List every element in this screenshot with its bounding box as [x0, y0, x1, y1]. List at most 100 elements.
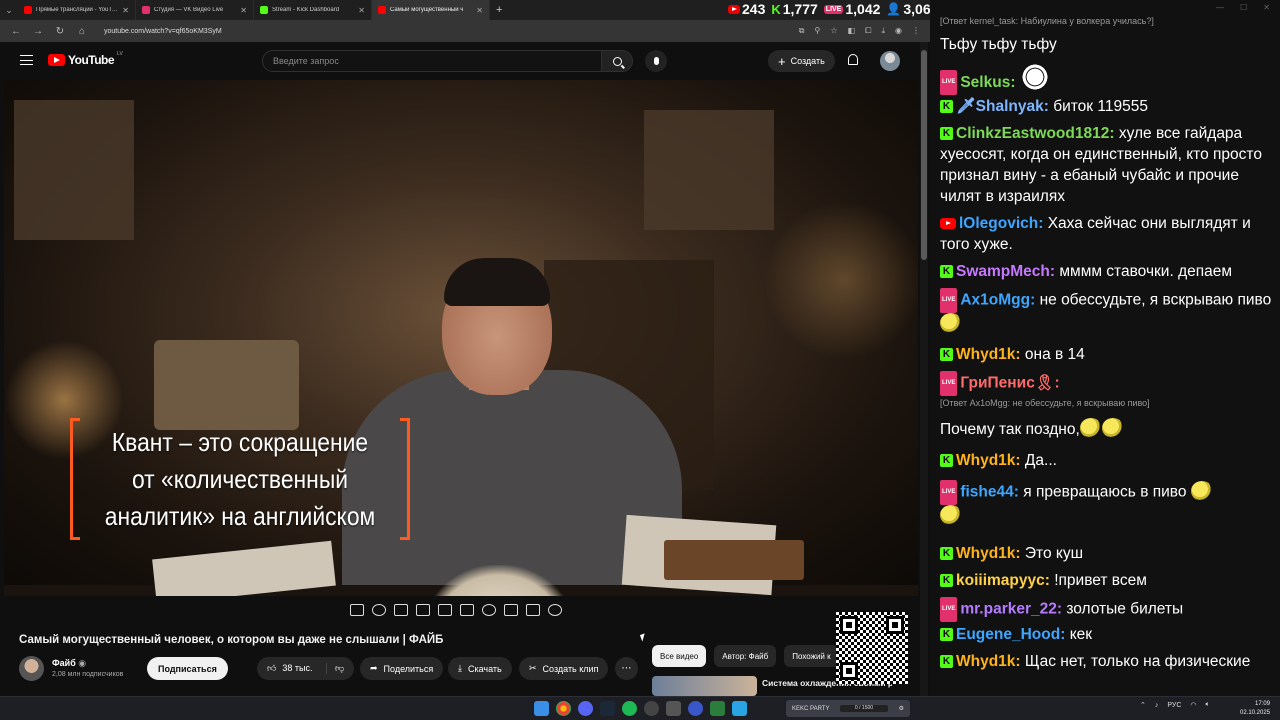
chat-username[interactable]: ГриПенис🎗:	[960, 375, 1059, 392]
extensions-puzzle-icon[interactable]: ⧠	[865, 26, 871, 36]
discord-icon[interactable]	[578, 701, 593, 716]
wifi-icon[interactable]: ◠	[1190, 701, 1196, 709]
speed-icon[interactable]	[482, 604, 496, 616]
windows-taskbar: KEKC PARTY 0 / 1500 ⚙ ⌃ ♪ РУС ◠ 🔈︎ 17:09…	[0, 696, 1280, 720]
search-input[interactable]: Введите запрос	[262, 50, 602, 72]
chat-username[interactable]: Whyd1k:	[956, 452, 1021, 469]
app-icon[interactable]	[710, 701, 725, 716]
chat-username[interactable]: Eugene_Hood:	[956, 626, 1065, 643]
clock[interactable]: 17:09 02.10.2025	[1240, 700, 1270, 718]
close-tab-icon[interactable]: ✕	[122, 6, 129, 15]
create-button[interactable]: + Создать	[768, 50, 835, 72]
clip-button[interactable]: ✂ Создать клип	[519, 657, 609, 680]
menu-icon[interactable]	[20, 55, 33, 65]
chevron-up-icon[interactable]: ⌃	[1140, 701, 1146, 709]
video-player[interactable]: Квант – это сокращение от «количественны…	[4, 80, 918, 596]
loop-icon[interactable]	[350, 604, 364, 616]
steam-icon[interactable]	[600, 701, 615, 716]
theater-icon[interactable]	[460, 604, 474, 616]
telegram-icon[interactable]	[732, 701, 747, 716]
start-windows-icon[interactable]	[534, 701, 549, 716]
tray-app-icon[interactable]: ♪	[1155, 702, 1159, 709]
chip-all-videos[interactable]: Все видео	[652, 645, 707, 667]
like-button[interactable]: 👍︎ 38 тыс.	[257, 663, 327, 674]
extension-icon[interactable]: ◧	[848, 26, 856, 36]
vk-favicon-icon	[142, 6, 150, 14]
tab-search-icon[interactable]: ⌄	[0, 0, 18, 20]
browser-tab-active[interactable]: Самый могущественный ч ✕	[372, 0, 490, 20]
screen: ⌄ Прямые трансляции - YouTube ✕ Студия —…	[0, 0, 1280, 720]
chat-username[interactable]: Whyd1k:	[956, 545, 1021, 562]
chat-username[interactable]: Selkus:	[960, 74, 1015, 91]
verified-icon: ◉	[78, 658, 87, 668]
chrome-icon[interactable]	[556, 701, 571, 716]
zoom-icon[interactable]: ⚲	[814, 26, 820, 36]
picture-in-picture-icon[interactable]	[438, 604, 452, 616]
user-avatar[interactable]	[880, 51, 900, 71]
chat-username[interactable]: mr.parker_22:	[960, 601, 1062, 618]
kick-icon: K	[940, 454, 953, 468]
youtube-play-icon	[48, 54, 65, 66]
obs-icon[interactable]	[644, 701, 659, 716]
close-icon[interactable]: ✕	[1263, 3, 1270, 12]
stream-widget[interactable]: KEKC PARTY 0 / 1500 ⚙	[786, 700, 910, 717]
language-indicator[interactable]: РУС	[1167, 702, 1181, 709]
chat-username[interactable]: 🗡Shalnyak:	[956, 98, 1049, 115]
home-icon[interactable]: ⌂	[76, 26, 88, 37]
minimize-icon[interactable]: —	[1216, 3, 1224, 12]
widget-settings-icon[interactable]: ⚙	[899, 705, 904, 712]
browser-tab[interactable]: Студия — VK Видео Live ✕	[136, 0, 254, 20]
close-tab-icon[interactable]: ✕	[476, 6, 483, 15]
screenshot-camera-icon[interactable]	[526, 604, 540, 616]
forward-arrow-icon[interactable]: →	[32, 26, 44, 37]
chip-similar[interactable]: Похожий к	[784, 645, 839, 667]
volume-icon[interactable]: 🔈︎	[1206, 701, 1210, 709]
close-tab-icon[interactable]: ✕	[358, 6, 365, 15]
new-tab-icon[interactable]: +	[490, 4, 508, 16]
page-scrollbar[interactable]	[920, 42, 928, 696]
chat-username[interactable]: Whyd1k:	[956, 653, 1021, 670]
subscribe-button[interactable]: Подписаться	[147, 657, 228, 680]
app-icon[interactable]	[688, 701, 703, 716]
close-tab-icon[interactable]: ✕	[240, 6, 247, 15]
recommended-thumbnail[interactable]	[652, 676, 757, 696]
scrollbar-thumb[interactable]	[921, 50, 927, 260]
app-icon[interactable]	[666, 701, 681, 716]
menu-dots-icon[interactable]: ⋮	[912, 26, 920, 36]
chip-author[interactable]: Автор: Файб	[714, 645, 777, 667]
spotify-icon[interactable]	[622, 701, 637, 716]
presenter-hair	[444, 258, 550, 306]
profile-icon[interactable]: ◉	[895, 26, 902, 36]
download-button[interactable]: ⤓ Скачать	[448, 657, 512, 680]
chat-username[interactable]: lOlegovich:	[959, 215, 1043, 232]
chat-username[interactable]: Whyd1k:	[956, 346, 1021, 363]
settings-gear-icon[interactable]	[548, 604, 562, 616]
notifications-bell-icon[interactable]	[848, 54, 858, 65]
url-field[interactable]: youtube.com/watch?v=qf65oKM3SyM	[104, 28, 789, 35]
youtube-logo[interactable]: YouTube LV	[48, 51, 123, 67]
cinema-icon[interactable]	[394, 604, 408, 616]
audio-icon[interactable]	[372, 604, 386, 616]
chat-username[interactable]: koiiimapyyc:	[956, 572, 1050, 589]
channel-avatar[interactable]	[19, 656, 44, 681]
voice-search-button[interactable]	[645, 50, 667, 72]
maximize-icon[interactable]: ☐	[1240, 3, 1247, 12]
chat-username[interactable]: ClinkzEastwood1812:	[956, 125, 1115, 142]
browser-tab[interactable]: Stream - Kick Dashboard ✕	[254, 0, 372, 20]
reload-icon[interactable]: ↻	[54, 26, 66, 37]
chat-username[interactable]: fishe44:	[960, 484, 1019, 501]
channel-name[interactable]: Файб ◉	[52, 658, 86, 669]
clapper-icon[interactable]	[416, 604, 430, 616]
chat-username[interactable]: SwampMech:	[956, 263, 1055, 280]
add-icon[interactable]	[504, 604, 518, 616]
install-icon[interactable]: ⧉	[799, 26, 805, 36]
back-arrow-icon[interactable]: ←	[10, 26, 22, 37]
bookmark-star-icon[interactable]: ☆	[830, 26, 837, 36]
more-actions-icon[interactable]: ⋯	[615, 657, 638, 680]
search-button[interactable]	[601, 50, 633, 72]
dislike-button[interactable]: 👎︎	[327, 663, 344, 674]
browser-tab[interactable]: Прямые трансляции - YouTube ✕	[18, 0, 136, 20]
share-button[interactable]: ➦ Поделиться	[360, 657, 444, 680]
download-icon[interactable]: ⤓	[881, 26, 885, 36]
chat-username[interactable]: Ax1oMgg:	[960, 292, 1035, 309]
